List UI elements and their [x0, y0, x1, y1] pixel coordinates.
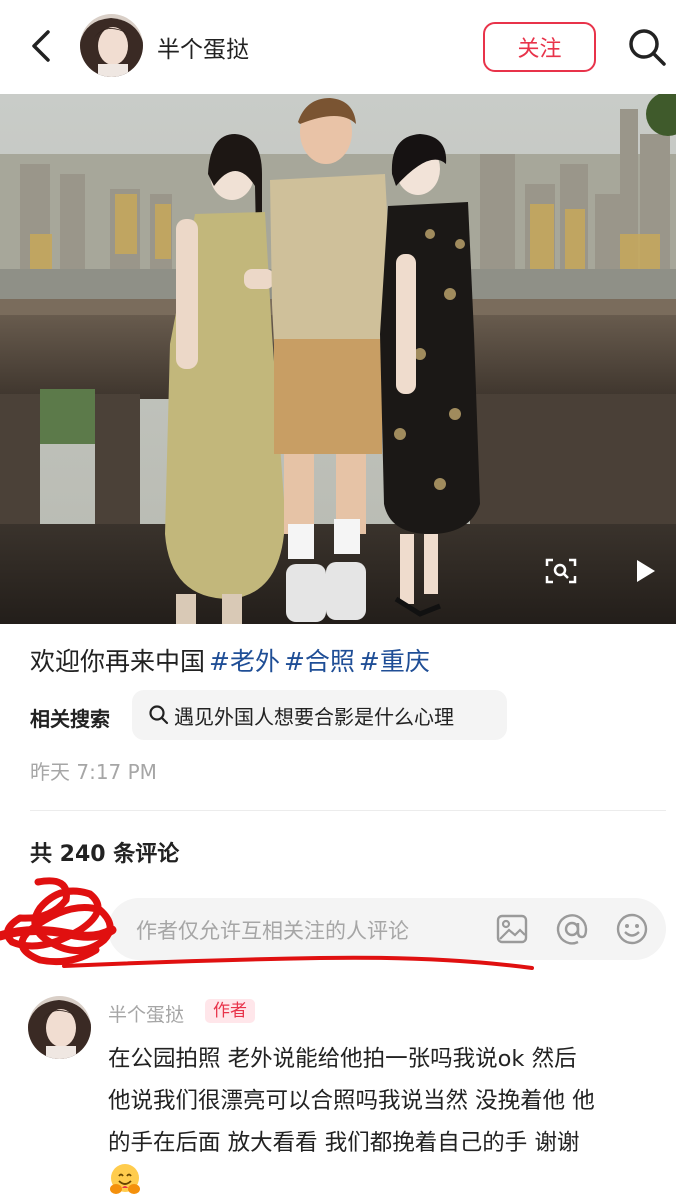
comment-line: 他说我们很漂亮可以合照吗我说当然 没挽着他 他 — [108, 1088, 595, 1114]
search-icon — [149, 705, 169, 725]
follow-button[interactable]: 关注 — [483, 22, 596, 72]
image-icon[interactable] — [494, 911, 530, 947]
author-avatar[interactable] — [80, 14, 143, 77]
hugging-face-emoji — [110, 1164, 140, 1194]
emoji-icon[interactable] — [614, 911, 650, 947]
scan-button[interactable] — [544, 556, 578, 586]
comment-count: 共 240 条评论 — [30, 842, 180, 867]
comment-line: 在公园拍照 老外说能给他拍一张吗我说ok 然后 — [108, 1046, 577, 1072]
chevron-left-icon — [32, 30, 50, 62]
top-bar: 半个蛋挞 关注 — [0, 0, 676, 94]
post-caption: 欢迎你再来中国 #老外 #合照 #重庆 — [30, 642, 430, 678]
author-name[interactable]: 半个蛋挞 — [157, 30, 249, 64]
commenter-avatar[interactable] — [28, 996, 91, 1059]
caption-text: 欢迎你再来中国 — [30, 647, 206, 676]
commenter-name[interactable]: 半个蛋挞 — [108, 1000, 184, 1027]
related-search-chip[interactable]: 遇见外国人想要合影是什么心理 — [132, 690, 507, 740]
back-button[interactable] — [24, 26, 60, 66]
hashtag-link[interactable]: #老外 — [209, 647, 280, 676]
hashtag-link[interactable]: #合照 — [284, 647, 355, 676]
search-button[interactable] — [626, 26, 668, 68]
comment-input[interactable]: 作者仅允许互相关注的人评论 — [108, 898, 666, 960]
at-icon[interactable] — [554, 911, 590, 947]
scan-icon — [545, 558, 577, 584]
author-badge: 作者 — [205, 999, 255, 1023]
play-button[interactable] — [630, 556, 660, 586]
comment-input-placeholder: 作者仅允许互相关注的人评论 — [136, 919, 409, 943]
play-icon — [637, 560, 655, 582]
related-search-label: 相关搜索 — [30, 707, 110, 731]
comment-line: 的手在后面 放大看看 我们都挽着自己的手 谢谢 — [108, 1130, 580, 1156]
post-time: 昨天 7:17 PM — [30, 760, 157, 784]
related-search-text: 遇见外国人想要合影是什么心理 — [174, 704, 454, 729]
post-photo[interactable] — [0, 94, 676, 624]
divider — [30, 810, 666, 811]
comment-text[interactable]: 在公园拍照 老外说能给他拍一张吗我说ok 然后 他说我们很漂亮可以合照吗我说当然… — [108, 1038, 664, 1164]
search-icon — [629, 29, 666, 66]
hashtag-link[interactable]: #重庆 — [359, 647, 430, 676]
